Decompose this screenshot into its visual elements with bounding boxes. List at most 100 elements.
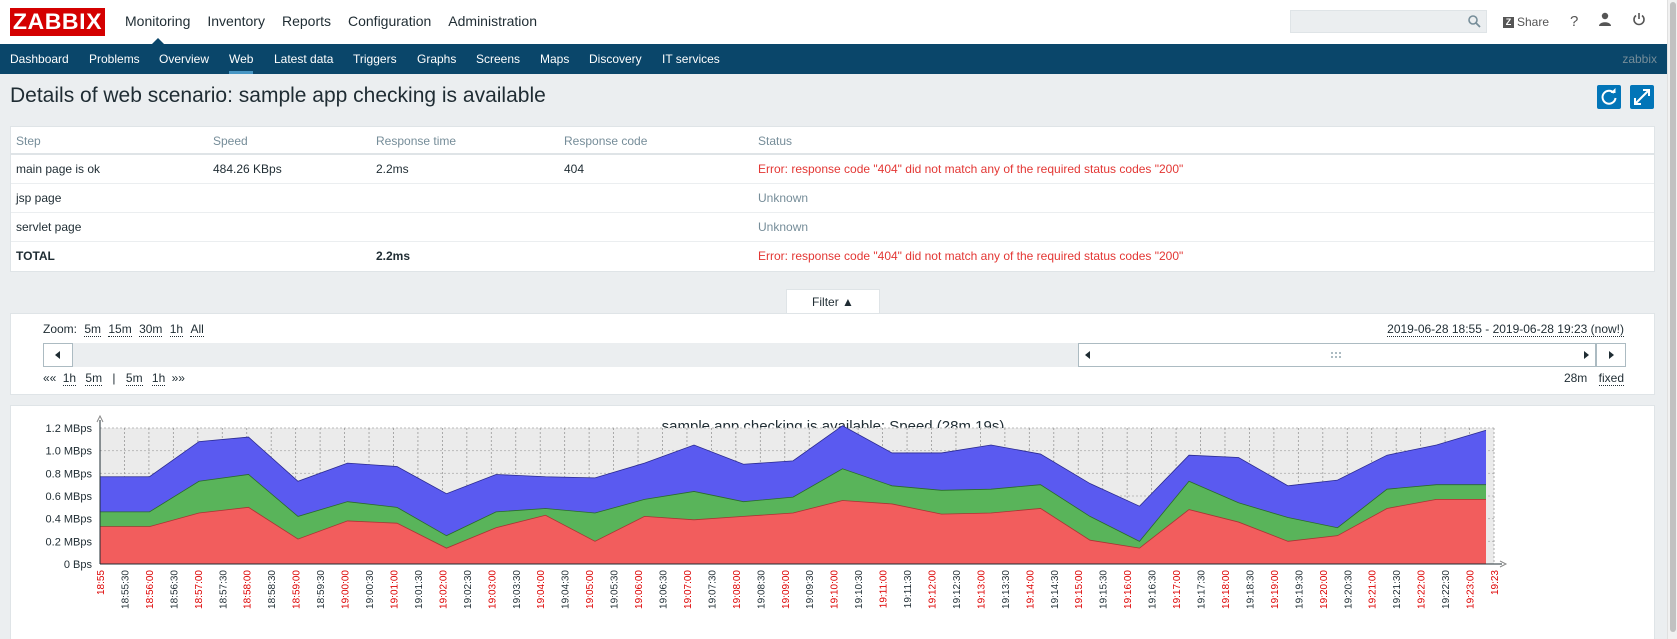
fullscreen-button[interactable]: [1630, 85, 1654, 109]
step-status: Error: response code "404" did not match…: [758, 162, 1184, 176]
timeline-range-handle[interactable]: [1078, 343, 1596, 367]
zabbix-logo[interactable]: ZABBIX: [10, 8, 105, 36]
nav-fwd-1h[interactable]: 1h: [151, 371, 166, 386]
x-tick-label: 19:13:00: [976, 570, 987, 609]
zoom-all[interactable]: All: [190, 322, 204, 337]
x-tick-label: 18:57:00: [194, 570, 205, 609]
column-header-status: Status: [758, 134, 793, 148]
user-profile-icon[interactable]: [1598, 12, 1612, 32]
step-speed: 484.26 KBps: [213, 162, 282, 176]
x-tick-label: 19:21:30: [1392, 570, 1403, 609]
nav-back-1h[interactable]: 1h: [62, 371, 77, 386]
zoom-1h[interactable]: 1h: [169, 322, 184, 337]
help-button[interactable]: ?: [1570, 12, 1578, 32]
table-header-row: Step Speed Response time Response code S…: [11, 127, 1654, 155]
column-header-response-time: Response time: [376, 134, 457, 148]
step-response-time: 2.2ms: [376, 162, 409, 176]
menu-administration[interactable]: Administration: [448, 0, 549, 44]
timeline-scroll-right-button[interactable]: [1596, 343, 1626, 367]
x-tick-label: 19:18:30: [1245, 570, 1256, 609]
y-tick-label: 1.2 MBps: [46, 423, 93, 435]
zoom-15m[interactable]: 15m: [108, 322, 132, 337]
refresh-button[interactable]: [1597, 85, 1621, 109]
server-name: zabbix: [1622, 52, 1657, 66]
date-separator: -: [1481, 322, 1493, 336]
timeline-scroll-left-button[interactable]: [43, 343, 73, 367]
y-tick-label: 0.4 MBps: [46, 514, 93, 526]
subnav-latest-data[interactable]: Latest data: [274, 44, 333, 74]
x-tick-label: 19:19:30: [1294, 570, 1305, 609]
total-status: Error: response code "404" did not match…: [758, 249, 1184, 263]
scrollbar-thumb[interactable]: [1670, 2, 1676, 632]
page-scrollbar[interactable]: [1667, 0, 1677, 639]
x-tick-label: 19:06:30: [658, 570, 669, 609]
nav-fwd-5m[interactable]: 5m: [125, 371, 143, 386]
x-tick-label: 19:02:30: [463, 570, 474, 609]
page-title: Details of web scenario: sample app chec…: [10, 84, 546, 107]
filter-tab[interactable]: Filter ▲: [786, 289, 880, 314]
nav-back-5m[interactable]: 5m: [85, 371, 103, 386]
speed-graph-panel: sample app checking is available: Speed …: [10, 405, 1655, 639]
x-tick-label: 19:07:00: [683, 570, 694, 609]
date-to[interactable]: 2019-06-28 19:23 (now!): [1492, 322, 1624, 337]
step-name: servlet page: [16, 220, 82, 234]
x-tick-label: 19:03:00: [487, 570, 498, 609]
subnav-maps[interactable]: Maps: [540, 44, 569, 74]
subnav-graphs[interactable]: Graphs: [417, 44, 456, 74]
x-tick-label: 18:58:00: [243, 570, 254, 609]
x-tick-label: 19:04:00: [536, 570, 547, 609]
x-tick-label: 19:22:30: [1441, 570, 1452, 609]
column-header-response-code: Response code: [564, 134, 648, 148]
speed-graph[interactable]: sample app checking is available: Speed …: [11, 406, 1656, 639]
y-tick-label: 0.2 MBps: [46, 536, 93, 548]
period-value: 28m: [1563, 371, 1588, 385]
nav-separator: |: [112, 371, 116, 385]
nav-fwd-all[interactable]: »»: [172, 371, 185, 385]
search-input[interactable]: [1290, 10, 1487, 33]
subnav-it-services[interactable]: IT services: [662, 44, 720, 74]
x-tick-label: 19:08:30: [756, 570, 767, 609]
fixed-toggle[interactable]: fixed: [1598, 371, 1624, 386]
sign-out-icon[interactable]: [1632, 12, 1646, 32]
x-tick-label: 19:23:00: [1466, 570, 1477, 609]
menu-monitoring[interactable]: Monitoring: [125, 0, 202, 44]
subnav-web[interactable]: Web: [229, 44, 254, 74]
x-tick-label: 19:04:30: [561, 570, 572, 609]
subnav-dashboard[interactable]: Dashboard: [10, 44, 69, 74]
subnav-triggers[interactable]: Triggers: [353, 44, 397, 74]
step-status: Unknown: [758, 191, 809, 205]
x-tick-label: 19:01:00: [389, 570, 400, 609]
x-tick-label: 19:08:00: [732, 570, 743, 609]
x-tick-label: 18:56:00: [145, 570, 156, 609]
zoom-30m[interactable]: 30m: [139, 322, 163, 337]
date-range: 2019-06-28 18:55 - 2019-06-28 19:23 (now…: [1387, 322, 1624, 337]
share-button[interactable]: Z Share: [1503, 12, 1549, 32]
subnav-screens[interactable]: Screens: [476, 44, 520, 74]
menu-configuration[interactable]: Configuration: [348, 0, 443, 44]
x-tick-label: 18:57:30: [218, 570, 229, 609]
nav-back-all[interactable]: ««: [43, 371, 56, 385]
timeline-range-grip: [1085, 351, 1589, 359]
x-tick-label: 18:59:00: [292, 570, 303, 609]
x-tick-label: 19:20:30: [1343, 570, 1354, 609]
x-tick-label: 19:09:30: [805, 570, 816, 609]
menu-reports[interactable]: Reports: [282, 0, 343, 44]
subnav-discovery[interactable]: Discovery: [589, 44, 642, 74]
share-label: Share: [1517, 15, 1550, 29]
date-from[interactable]: 2019-06-28 18:55: [1387, 322, 1482, 337]
menu-inventory[interactable]: Inventory: [207, 0, 277, 44]
zoom-label: Zoom:: [43, 322, 78, 336]
subnav-problems[interactable]: Problems: [89, 44, 140, 74]
x-tick-label: 18:59:30: [316, 570, 327, 609]
timeline-scrollbar[interactable]: [43, 343, 1626, 367]
search-icon[interactable]: [1468, 15, 1481, 28]
zoom-5m[interactable]: 5m: [84, 322, 102, 337]
timeline-navigation: «« 1h 5m | 5m 1h »»: [43, 371, 185, 386]
x-tick-label: 18:55: [96, 570, 107, 595]
time-filter-panel: Zoom: 5m 15m 30m 1h All 2019-06-28 18:55…: [10, 313, 1655, 395]
subnav-overview[interactable]: Overview: [159, 44, 209, 74]
step-status: Unknown: [758, 220, 809, 234]
x-tick-label: 19:19:00: [1270, 570, 1281, 609]
x-tick-label: 19:09:00: [781, 570, 792, 609]
x-tick-label: 19:12:00: [928, 570, 939, 609]
